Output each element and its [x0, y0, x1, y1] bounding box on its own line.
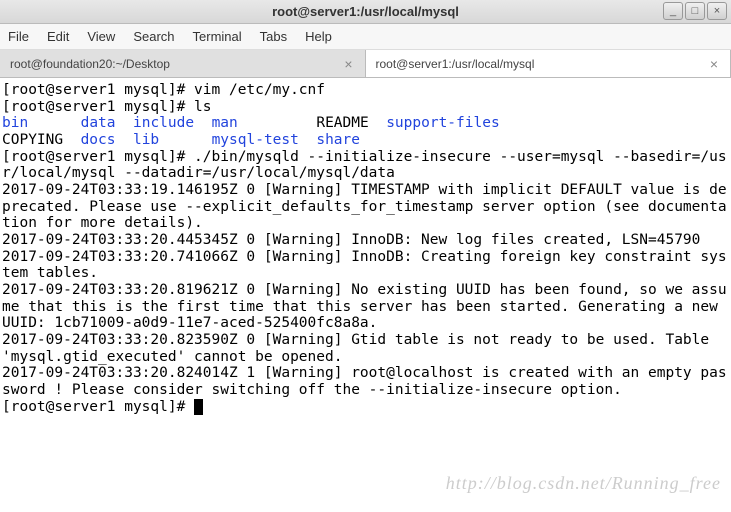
- menu-file[interactable]: File: [8, 29, 29, 44]
- minimize-button[interactable]: _: [663, 2, 683, 20]
- prompt-line: [root@server1 mysql]# ls: [2, 99, 212, 115]
- tab-server1[interactable]: root@server1:/usr/local/mysql ×: [366, 50, 731, 77]
- tab-label: root@foundation20:~/Desktop: [10, 57, 342, 71]
- window-titlebar: root@server1:/usr/local/mysql _ □ ×: [0, 0, 731, 24]
- menu-help[interactable]: Help: [305, 29, 332, 44]
- watermark: http://blog.csdn.net/Running_free: [446, 473, 721, 494]
- tab-close-icon[interactable]: ×: [342, 56, 354, 72]
- tab-close-icon[interactable]: ×: [708, 56, 720, 72]
- log-line: 2017-09-24T03:33:20.824014Z 1 [Warning] …: [2, 365, 727, 398]
- menu-search[interactable]: Search: [133, 29, 174, 44]
- ls-dir: bin: [2, 115, 28, 131]
- ls-dir: include: [133, 115, 194, 131]
- tab-foundation[interactable]: root@foundation20:~/Desktop ×: [0, 50, 366, 77]
- ls-dir: data: [81, 115, 116, 131]
- window-title: root@server1:/usr/local/mysql: [272, 4, 459, 19]
- tab-label: root@server1:/usr/local/mysql: [376, 57, 708, 71]
- terminal-output[interactable]: [root@server1 mysql]# vim /etc/my.cnf [r…: [0, 78, 731, 419]
- log-line: 2017-09-24T03:33:20.445345Z 0 [Warning] …: [2, 232, 700, 248]
- menubar: File Edit View Search Terminal Tabs Help: [0, 24, 731, 50]
- prompt-line: [root@server1 mysql]# ./bin/mysqld --ini…: [2, 149, 727, 182]
- ls-file: README: [316, 115, 368, 131]
- window-buttons: _ □ ×: [663, 2, 727, 20]
- maximize-button[interactable]: □: [685, 2, 705, 20]
- ls-file: COPYING: [2, 132, 63, 148]
- menu-tabs[interactable]: Tabs: [260, 29, 287, 44]
- menu-edit[interactable]: Edit: [47, 29, 69, 44]
- cursor-icon: [194, 399, 203, 415]
- ls-dir: docs: [81, 132, 116, 148]
- prompt-line: [root@server1 mysql]#: [2, 399, 194, 415]
- ls-dir: mysql-test: [212, 132, 299, 148]
- log-line: 2017-09-24T03:33:20.819621Z 0 [Warning] …: [2, 282, 727, 331]
- ls-dir: lib: [133, 132, 159, 148]
- prompt-line: [root@server1 mysql]# vim /etc/my.cnf: [2, 82, 325, 98]
- log-line: 2017-09-24T03:33:19.146195Z 0 [Warning] …: [2, 182, 727, 231]
- ls-dir: man: [212, 115, 238, 131]
- menu-view[interactable]: View: [87, 29, 115, 44]
- ls-dir: share: [316, 132, 360, 148]
- log-line: 2017-09-24T03:33:20.823590Z 0 [Warning] …: [2, 332, 718, 365]
- close-button[interactable]: ×: [707, 2, 727, 20]
- tab-bar: root@foundation20:~/Desktop × root@serve…: [0, 50, 731, 78]
- menu-terminal[interactable]: Terminal: [193, 29, 242, 44]
- ls-dir: support-files: [386, 115, 500, 131]
- log-line: 2017-09-24T03:33:20.741066Z 0 [Warning] …: [2, 249, 727, 282]
